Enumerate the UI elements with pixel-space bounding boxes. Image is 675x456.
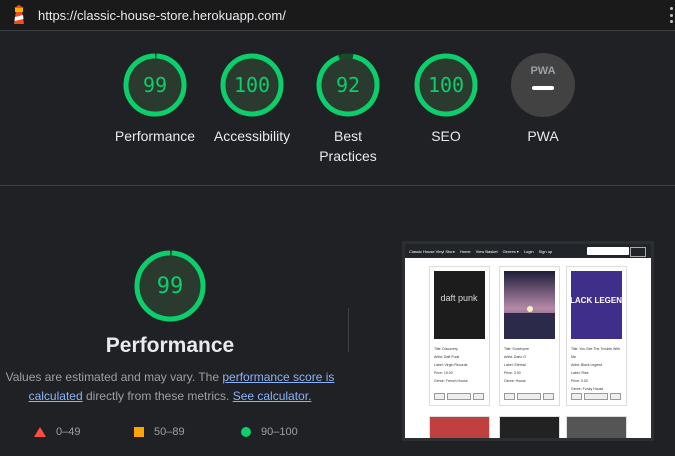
svg-text:daft punk: daft punk xyxy=(440,293,478,303)
gauge-label: PWA xyxy=(527,128,559,144)
circle-icon xyxy=(241,427,251,437)
screenshot-card-partial xyxy=(499,416,560,438)
performance-title: Performance xyxy=(105,334,235,357)
gauge-ring: 100 xyxy=(414,53,478,117)
screenshot-search-input xyxy=(587,247,629,255)
card-buttons xyxy=(571,393,621,400)
legend-range: 50–89 xyxy=(154,426,185,438)
gauge-label: SEO xyxy=(431,128,461,144)
gauge-ring: 99 xyxy=(123,53,187,117)
gauge-score: 99 xyxy=(143,73,167,97)
gauge-seo[interactable]: 100 SEO xyxy=(396,52,496,146)
legend-average: 50–89 xyxy=(134,426,185,438)
triangle-icon xyxy=(34,427,46,437)
legend-fail: 0–49 xyxy=(34,426,80,438)
gauge-best-practices[interactable]: 92 Best Practices xyxy=(298,52,398,166)
tools-menu-icon[interactable] xyxy=(668,7,674,23)
vertical-separator xyxy=(348,308,349,352)
screenshot-nav-item: Home xyxy=(459,248,471,254)
report-url[interactable]: https://classic-house-store.herokuapp.co… xyxy=(38,8,286,23)
card-artist: Artist: Black Legend xyxy=(571,363,603,367)
card-label: Label: Rise xyxy=(571,371,589,375)
performance-score: 99 xyxy=(157,274,184,299)
card-title: Title: Sunchyme xyxy=(504,347,529,351)
card-artist: Artist: Daft Punk xyxy=(434,355,460,359)
screenshot-card: BLACK LEGEND Title: You See The Trouble … xyxy=(566,266,627,406)
screenshot-card-partial xyxy=(429,416,490,438)
card-buttons xyxy=(504,393,554,400)
gauge-ring: 92 xyxy=(316,53,380,117)
screenshot-nav-item: View Basket xyxy=(475,248,498,254)
gauge-ring: 100 xyxy=(220,53,284,117)
screenshot-search-button xyxy=(630,247,646,257)
screenshot-card-partial xyxy=(566,416,627,438)
album-art: daft punk xyxy=(434,271,485,339)
card-buttons xyxy=(434,393,484,400)
square-icon xyxy=(134,427,144,437)
see-calculator-link[interactable]: See calculator. xyxy=(233,389,312,403)
lighthouse-topbar: https://classic-house-store.herokuapp.co… xyxy=(0,0,675,31)
legend-pass: 90–100 xyxy=(241,426,298,438)
card-info: Title: Discovery Artist: Daft Punk Label… xyxy=(434,345,488,385)
gauge-score: 100 xyxy=(234,73,270,97)
card-info: Title: You See The Trouble With Me Artis… xyxy=(571,345,625,393)
card-title: Title: Discovery xyxy=(434,347,458,351)
card-genre: Genre: House xyxy=(504,379,526,383)
svg-text:BLACK LEGEND: BLACK LEGEND xyxy=(571,296,622,305)
final-screenshot[interactable]: Classic House Vinyl Store Home View Bask… xyxy=(402,241,654,441)
card-title: Title: You See The Trouble With Me xyxy=(571,347,621,359)
gauge-pwa[interactable]: PWA PWA xyxy=(493,52,593,146)
album-art xyxy=(504,271,555,339)
card-genre: Genre: Funky House xyxy=(571,387,604,391)
card-price: Price: 15.00 xyxy=(434,371,453,375)
card-artist: Artist: Dario G xyxy=(504,355,526,359)
card-genre: Genre: French House xyxy=(434,379,468,383)
card-label: Label: Eternal xyxy=(504,363,526,367)
legend-range: 0–49 xyxy=(56,426,81,438)
screenshot-nav-item: Login xyxy=(523,248,534,254)
legend-range: 90–100 xyxy=(261,426,298,438)
gauge-label: Accessibility xyxy=(213,128,291,144)
section-divider xyxy=(0,185,675,186)
gauge-score: 100 xyxy=(428,73,464,97)
album-art: BLACK LEGEND xyxy=(571,271,622,339)
performance-description: Values are estimated and may vary. The p… xyxy=(5,368,335,406)
gauge-performance[interactable]: 99 Performance xyxy=(105,52,205,146)
pwa-badge-icon: PWA xyxy=(511,53,575,117)
gauge-label: Best Practices xyxy=(298,126,398,166)
performance-gauge: 99 xyxy=(134,250,206,322)
gauge-score: 92 xyxy=(336,73,360,97)
gauge-label: Performance xyxy=(114,128,196,144)
card-label: Label: Virgin Records xyxy=(434,363,468,367)
screenshot-nav-item: Genres ▾ xyxy=(502,248,519,254)
screenshot-card: daft punk Title: Discovery Artist: Daft … xyxy=(429,266,490,406)
lighthouse-logo-icon xyxy=(14,5,24,24)
card-price: Price: 3.00 xyxy=(571,379,588,383)
pwa-badge-text: PWA xyxy=(530,65,555,77)
desc-prefix: Values are estimated and may vary. The xyxy=(5,370,223,384)
screenshot-nav-item: Sign up xyxy=(538,248,553,254)
card-info: Title: Sunchyme Artist: Dario G Label: E… xyxy=(504,345,558,385)
screenshot-card: Title: Sunchyme Artist: Dario G Label: E… xyxy=(499,266,560,406)
desc-middle: directly from these metrics. xyxy=(82,389,233,403)
gauge-label-line1: Best xyxy=(333,128,362,144)
card-price: Price: 3.00 xyxy=(504,371,521,375)
gauge-label-line2: Practices xyxy=(319,148,377,164)
gauge-accessibility[interactable]: 100 Accessibility xyxy=(202,52,302,146)
screenshot-brand: Classic House Vinyl Store xyxy=(409,248,455,254)
